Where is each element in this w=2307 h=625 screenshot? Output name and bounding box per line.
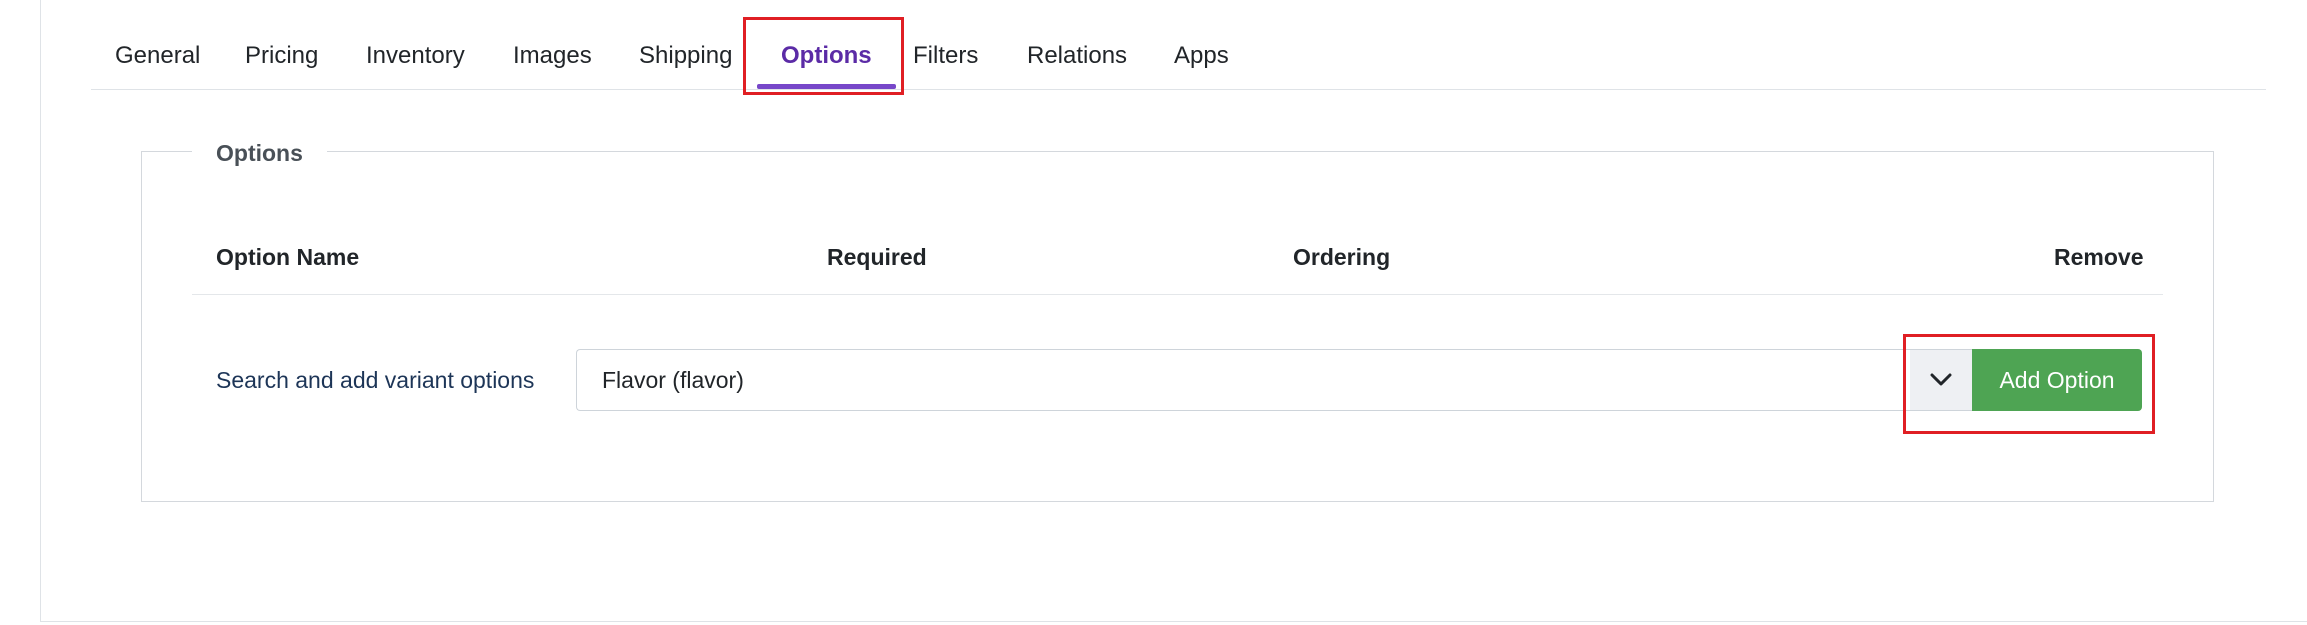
column-remove: Remove	[2054, 244, 2144, 270]
tab-shipping[interactable]: Shipping	[639, 0, 732, 89]
add-option-button[interactable]: Add Option	[1972, 349, 2142, 411]
product-edit-page: General Pricing Inventory Images Shippin…	[0, 0, 2307, 625]
selected-option-value: Flavor (flavor)	[602, 367, 744, 393]
column-required: Required	[827, 244, 927, 270]
options-fieldset	[141, 151, 2214, 502]
tab-relations[interactable]: Relations	[1027, 0, 1127, 89]
search-options-label: Search and add variant options	[216, 367, 535, 393]
column-ordering: Ordering	[1293, 244, 1391, 270]
tab-apps[interactable]: Apps	[1174, 0, 1229, 89]
tab-options[interactable]: Options	[757, 0, 896, 89]
variant-option-select[interactable]: Flavor (flavor)	[576, 349, 1972, 411]
tab-pricing[interactable]: Pricing	[245, 0, 318, 89]
tab-inventory[interactable]: Inventory	[366, 0, 465, 89]
select-dropdown-toggle[interactable]	[1910, 349, 1972, 411]
tab-images[interactable]: Images	[513, 0, 592, 89]
tab-general[interactable]: General	[115, 0, 200, 89]
tab-filters[interactable]: Filters	[913, 0, 978, 89]
options-table-header: Option Name Required Ordering Remove	[192, 238, 2163, 295]
product-tabs: General Pricing Inventory Images Shippin…	[91, 0, 2266, 90]
chevron-down-icon	[1930, 373, 1952, 386]
options-legend: Options	[192, 138, 327, 168]
column-option-name: Option Name	[216, 244, 360, 270]
